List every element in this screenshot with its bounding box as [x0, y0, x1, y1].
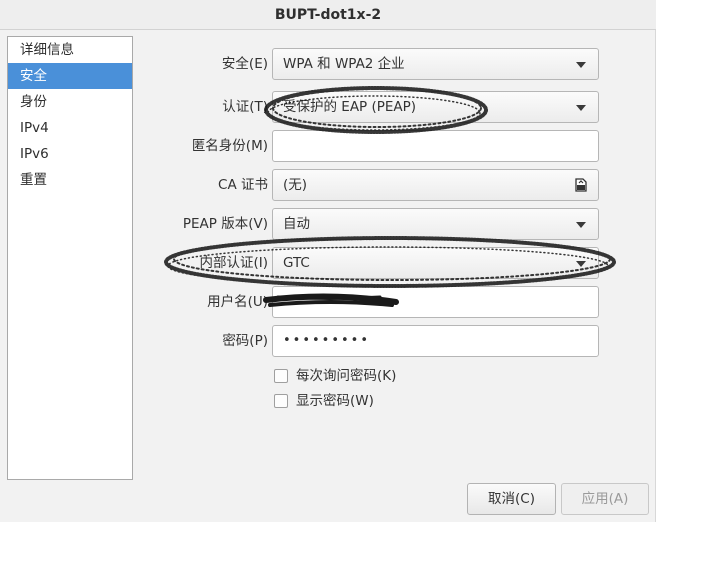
anonymous-label: 匿名身份(M)	[191, 138, 268, 154]
peap-version-dropdown[interactable]: 自动	[272, 208, 599, 240]
auth-value: 受保护的 EAP (PEAP)	[283, 99, 417, 115]
anonymous-row: 匿名身份(M)	[140, 129, 600, 163]
username-input[interactable]	[272, 286, 599, 318]
sidebar-item-reset[interactable]: 重置	[8, 167, 132, 193]
inner-auth-value: GTC	[283, 255, 310, 271]
cancel-button[interactable]: 取消(C)	[467, 483, 556, 515]
file-picker-icon	[575, 178, 587, 192]
checkbox-box[interactable]	[274, 394, 288, 408]
sidebar-item-ipv6[interactable]: IPv6	[8, 141, 132, 167]
password-row: 密码(P) •••••••••	[140, 324, 600, 358]
sidebar-item-ipv4[interactable]: IPv4	[8, 115, 132, 141]
inner-auth-dropdown[interactable]: GTC	[272, 247, 599, 279]
security-dropdown[interactable]: WPA 和 WPA2 企业	[272, 48, 599, 80]
peap-version-value: 自动	[283, 216, 310, 232]
security-value: WPA 和 WPA2 企业	[283, 56, 405, 72]
ca-cert-row: CA 证书 (无)	[140, 168, 600, 202]
chevron-down-icon	[576, 261, 586, 267]
password-label: 密码(P)	[222, 333, 268, 349]
auth-row: 认证(T) 受保护的 EAP (PEAP)	[140, 90, 600, 124]
chevron-down-icon	[576, 62, 586, 68]
checkbox-box[interactable]	[274, 369, 288, 383]
inner-auth-label: 内部认证(I)	[199, 255, 268, 271]
auth-label: 认证(T)	[222, 99, 268, 115]
sidebar-item-security[interactable]: 安全	[8, 63, 132, 89]
anonymous-identity-input[interactable]	[272, 130, 599, 162]
peap-version-label: PEAP 版本(V)	[182, 216, 268, 232]
username-row: 用户名(U)	[140, 285, 600, 319]
apply-button[interactable]: 应用(A)	[561, 483, 649, 515]
chevron-down-icon	[576, 105, 586, 111]
sidebar-item-identity[interactable]: 身份	[8, 89, 132, 115]
sidebar-item-details[interactable]: 详细信息	[8, 37, 132, 63]
ca-cert-label: CA 证书	[218, 177, 268, 193]
show-password-label: 显示密码(W)	[296, 393, 374, 409]
ca-cert-file-button[interactable]: (无)	[272, 169, 599, 201]
auth-dropdown[interactable]: 受保护的 EAP (PEAP)	[272, 91, 599, 123]
ca-cert-value: (无)	[283, 177, 308, 193]
username-label: 用户名(U)	[207, 294, 268, 310]
ask-password-label: 每次询问密码(K)	[296, 368, 397, 384]
security-label: 安全(E)	[221, 56, 268, 72]
security-row: 安全(E) WPA 和 WPA2 企业	[140, 47, 600, 81]
password-input[interactable]: •••••••••	[272, 325, 599, 357]
window-title: BUPT-dot1x-2	[0, 0, 656, 30]
inner-auth-row: 内部认证(I) GTC	[140, 246, 600, 280]
sidebar: 详细信息 安全 身份 IPv4 IPv6 重置	[7, 36, 133, 480]
dialog-window: BUPT-dot1x-2 详细信息 安全 身份 IPv4 IPv6 重置 安全(…	[0, 0, 656, 522]
peap-version-row: PEAP 版本(V) 自动	[140, 207, 600, 241]
chevron-down-icon	[576, 222, 586, 228]
